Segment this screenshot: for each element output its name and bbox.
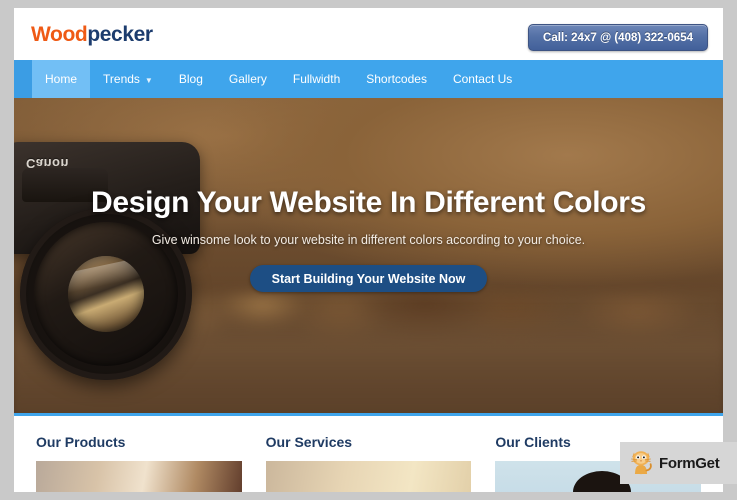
nav-item-contact-us-label: Contact Us	[452, 72, 513, 86]
chevron-down-icon: ▼	[144, 75, 153, 85]
nav-item-gallery-label: Gallery	[228, 72, 267, 86]
logo-text-primary: Wood	[31, 23, 88, 46]
nav-item-home[interactable]: Home	[32, 60, 91, 98]
nav-item-blog[interactable]: Blog	[166, 60, 216, 98]
nav-item-gallery[interactable]: Gallery	[216, 60, 280, 98]
call-button[interactable]: Call: 24x7 @ (408) 322-0654	[528, 24, 708, 51]
logo-text-secondary: pecker	[87, 23, 153, 46]
nav-item-contact-us[interactable]: Contact Us	[440, 60, 525, 98]
column-our-products: Our Products	[36, 434, 242, 500]
nav-item-shortcodes[interactable]: Shortcodes	[353, 60, 440, 98]
nav-item-fullwidth-label: Fullwidth	[292, 72, 341, 86]
main-navigation: Home Trends ▼ Blog Gallery Fullwidth Sho…	[14, 60, 723, 98]
nav-item-fullwidth[interactable]: Fullwidth	[280, 60, 353, 98]
hero-subtitle: Give winsome look to your website in dif…	[151, 233, 586, 247]
site-logo[interactable]: Woodpecker	[31, 23, 153, 47]
camera-brand-label: Canon	[26, 156, 69, 171]
site-header: Woodpecker Call: 24x7 @ (408) 322-0654	[14, 8, 723, 60]
nav-item-blog-label: Blog	[178, 72, 203, 86]
nav-leading-spacer	[14, 60, 32, 98]
formget-watermark: FormGet	[620, 442, 737, 484]
hero-banner: Canon Design Your Website In Different C…	[14, 98, 723, 416]
site-page: Woodpecker Call: 24x7 @ (408) 322-0654 H…	[14, 8, 723, 500]
cat-mascot-icon	[628, 447, 654, 480]
hero-bottom-accent-rule	[14, 413, 723, 416]
feature-columns: Our Products Our Services Our Clients	[14, 416, 723, 500]
start-building-button[interactable]: Start Building Your Website Now	[249, 265, 488, 292]
bottom-gray-strip	[0, 492, 737, 500]
formget-watermark-label: FormGet	[659, 454, 720, 472]
nav-item-shortcodes-label: Shortcodes	[366, 72, 427, 86]
hero-copy: Design Your Website In Different Colors …	[14, 186, 723, 292]
nav-item-home-label: Home	[45, 72, 78, 86]
nav-item-trends[interactable]: Trends ▼	[90, 60, 166, 98]
column-our-services: Our Services	[265, 434, 472, 500]
column-our-products-title: Our Products	[36, 434, 126, 450]
nav-item-trends-label: Trends	[103, 72, 140, 86]
column-our-services-title: Our Services	[265, 434, 353, 450]
screenshot-root: Woodpecker Call: 24x7 @ (408) 322-0654 H…	[0, 0, 737, 500]
hero-title: Design Your Website In Different Colors	[90, 186, 647, 219]
